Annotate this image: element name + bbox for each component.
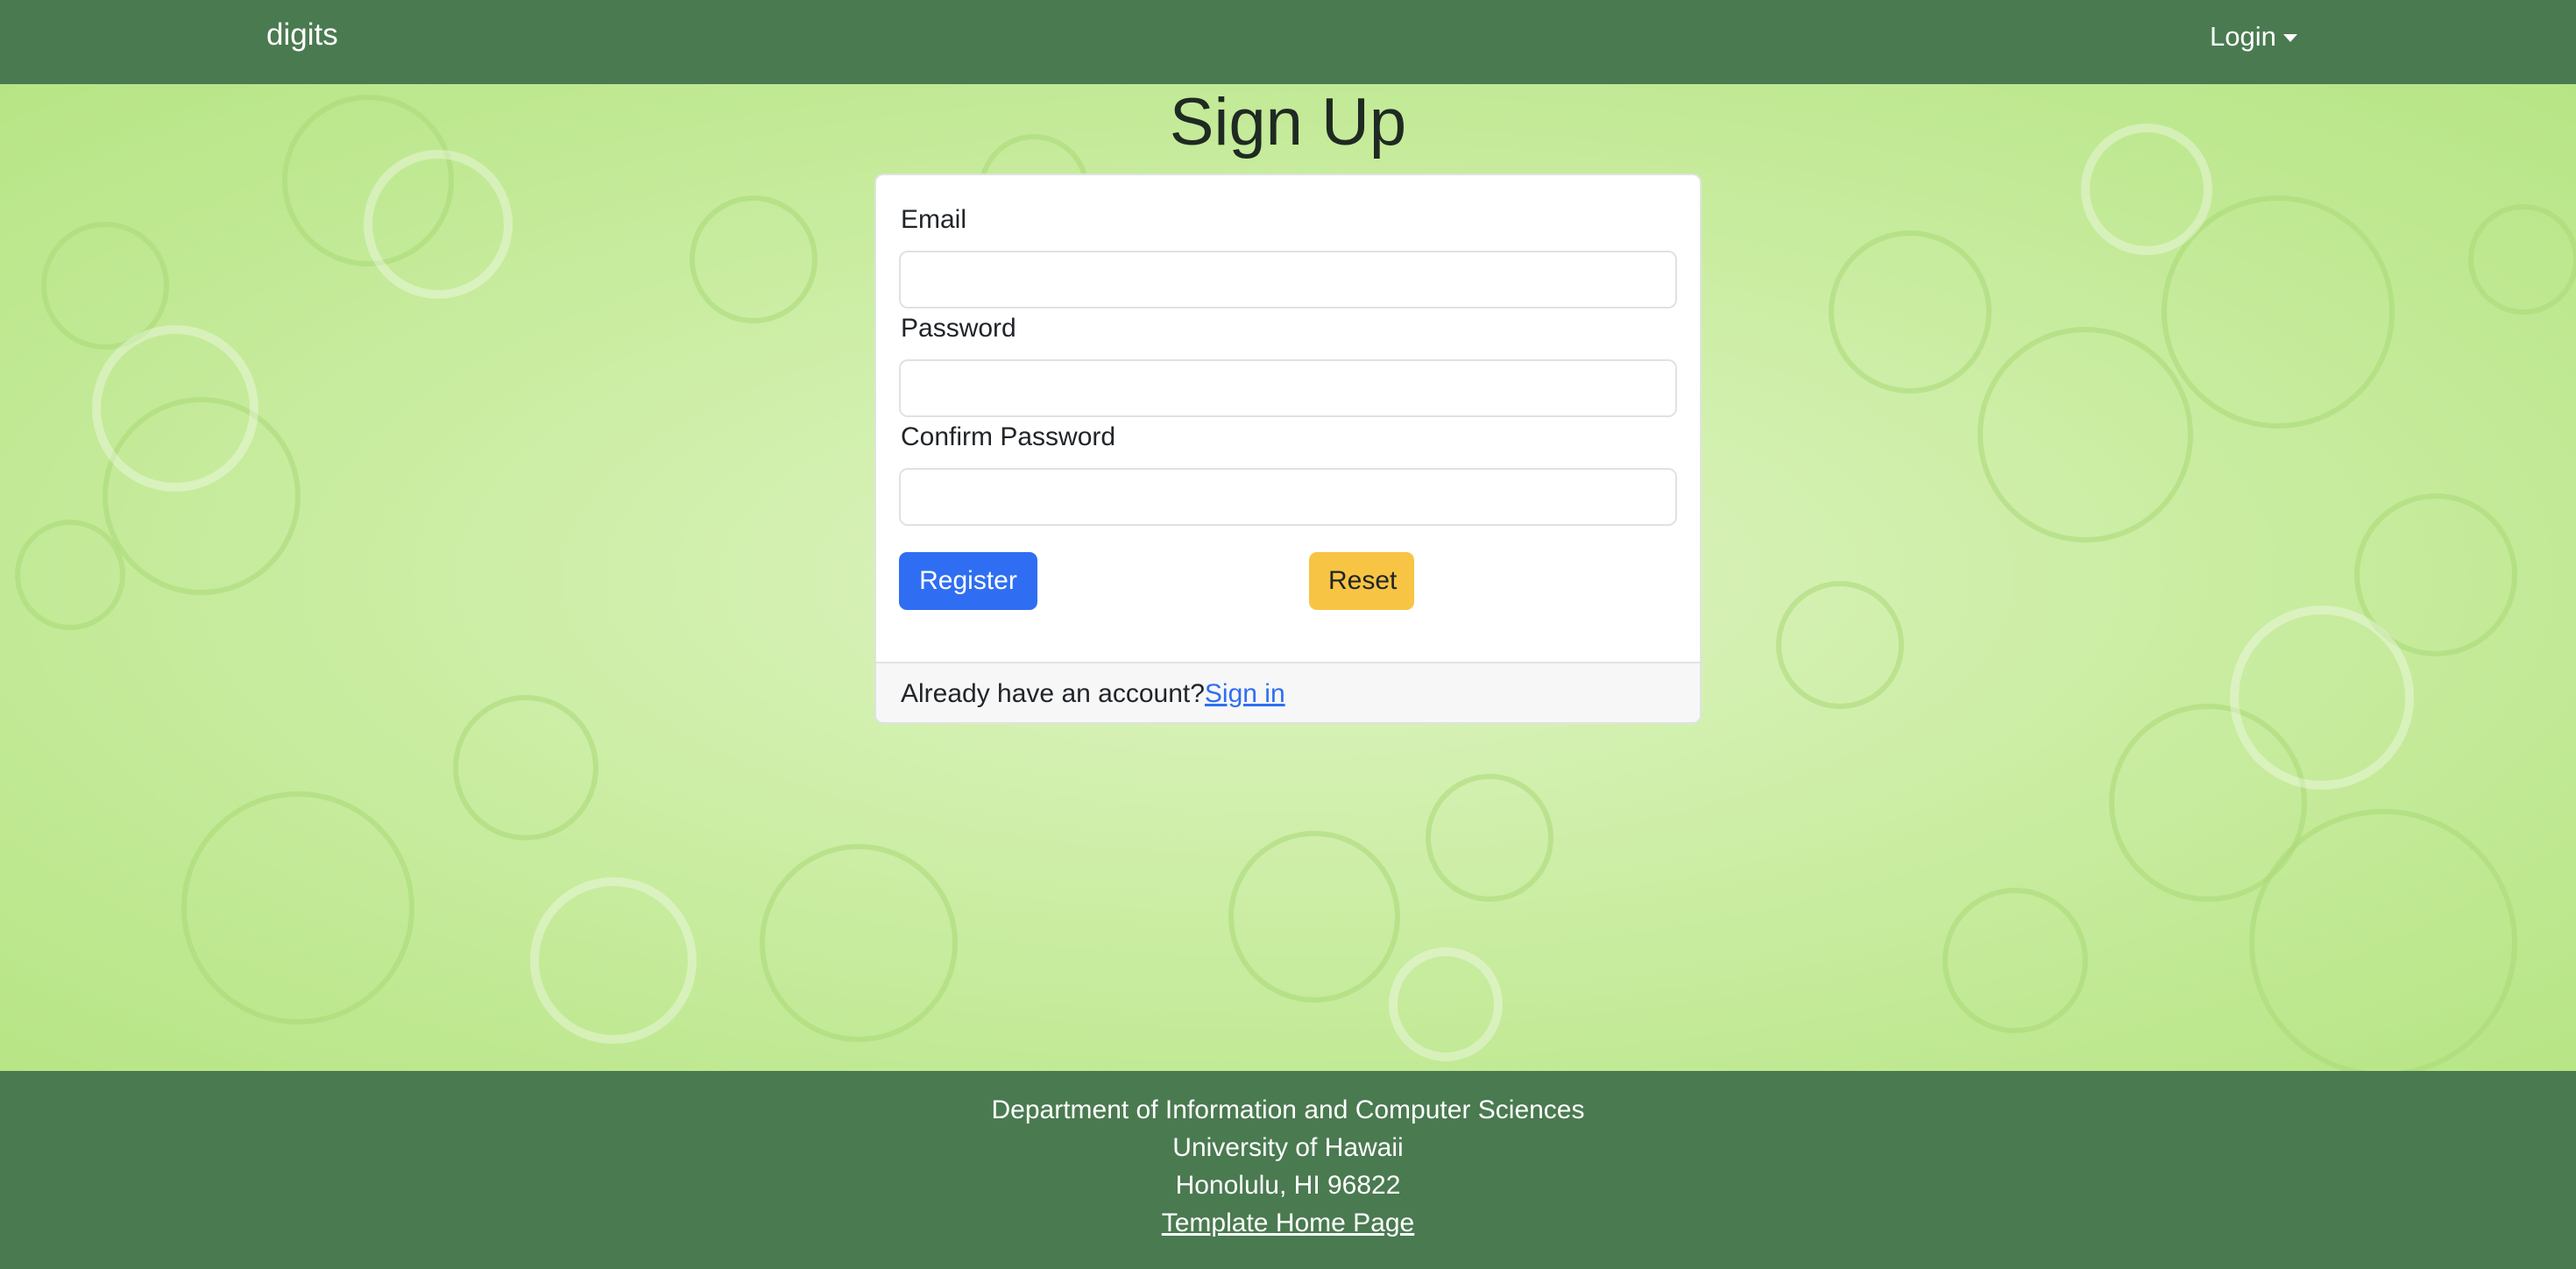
footer-link-row: Template Home Page [0, 1209, 2576, 1238]
signin-prompt: Already have an account? [901, 679, 1205, 708]
footer-address: Honolulu, HI 96822 [1175, 1171, 1401, 1200]
footer-department: Department of Information and Computer S… [991, 1095, 1585, 1124]
email-field[interactable] [899, 251, 1677, 308]
top-navbar: digits Login [0, 0, 2576, 84]
caret-down-icon [2282, 33, 2297, 42]
password-field[interactable] [899, 359, 1677, 417]
page-title: Sign Up [1169, 85, 1407, 160]
confirm-password-label: Confirm Password [901, 422, 1116, 451]
template-home-link[interactable]: Template Home Page [1162, 1209, 1415, 1237]
signin-link[interactable]: Sign in [1205, 679, 1285, 708]
signup-card: Email Password Confirm Password Register… [874, 174, 1702, 724]
brand-link[interactable]: digits [266, 18, 338, 53]
confirm-password-field[interactable] [899, 468, 1677, 526]
reset-button[interactable]: Reset [1309, 552, 1414, 610]
email-label: Email [901, 205, 967, 234]
card-footer: Already have an account?Sign in [876, 662, 1700, 722]
password-label: Password [901, 314, 1016, 343]
login-dropdown-toggle[interactable]: Login [2210, 21, 2297, 53]
footer-university: University of Hawaii [1172, 1133, 1404, 1162]
login-label: Login [2210, 21, 2276, 52]
signin-prompt-row: Already have an account?Sign in [901, 679, 1285, 709]
page-footer: Department of Information and Computer S… [0, 1071, 2576, 1269]
register-button[interactable]: Register [899, 552, 1037, 610]
